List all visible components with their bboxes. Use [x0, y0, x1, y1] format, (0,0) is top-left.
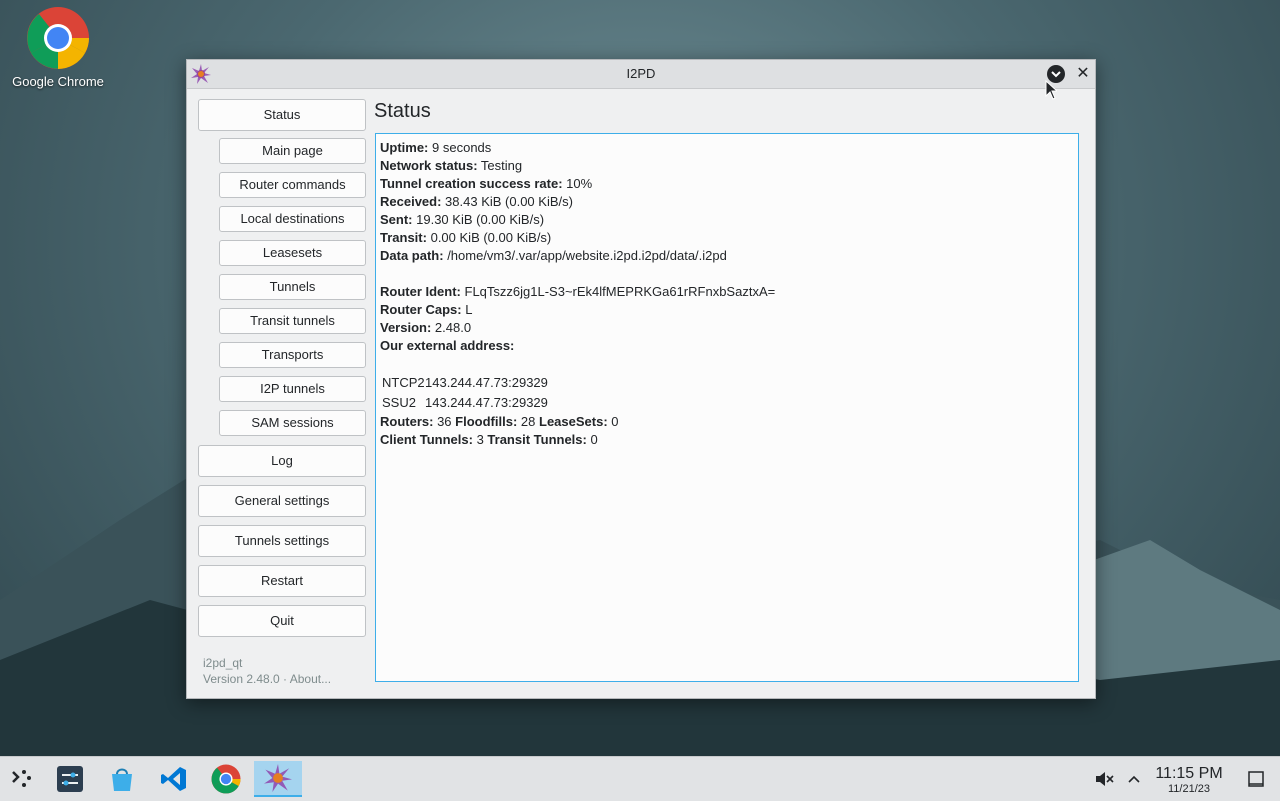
clock-time: 11:15 PM — [1155, 765, 1223, 782]
i2pd-taskbar-button[interactable] — [254, 761, 302, 797]
version-row: Version: 2.48.0 — [380, 320, 472, 335]
network-status-row: Network status: Testing — [380, 158, 523, 173]
tunnel-success-rate-row: Tunnel creation success rate: 10% — [380, 176, 593, 191]
system-tray-expand-button[interactable] — [1116, 761, 1152, 797]
i2pd-window: I2PD ✕ Status Main page Router commands … — [186, 59, 1096, 699]
tunnels-count-row: Client Tunnels: 3 Transit Tunnels: 0 — [380, 432, 598, 447]
mouse-cursor-icon — [1045, 80, 1057, 100]
transports-button[interactable]: Transports — [219, 342, 366, 368]
system-settings-icon — [57, 766, 83, 792]
address-row-ssu2: SSU2 143.244.47.73:29329 — [382, 395, 548, 410]
system-settings-taskbar-button[interactable] — [48, 761, 92, 797]
external-address-row: Our external address: — [380, 338, 515, 353]
application-launcher-icon — [12, 770, 31, 787]
data-path-row: Data path: /home/vm3/.var/app/website.i2… — [380, 248, 727, 263]
discover-store-icon — [112, 768, 132, 791]
local-destinations-button[interactable]: Local destinations — [219, 206, 366, 232]
uptime-row: Uptime: 9 seconds — [380, 140, 492, 155]
tunnels-settings-button[interactable]: Tunnels settings — [198, 525, 366, 557]
sam-sessions-button[interactable]: SAM sessions — [219, 410, 366, 436]
quit-button[interactable]: Quit — [198, 605, 366, 637]
title-bar[interactable]: I2PD ✕ — [187, 60, 1095, 89]
application-launcher-button[interactable] — [0, 761, 44, 797]
transit-row: Transit: 0.00 KiB (0.00 KiB/s) — [380, 230, 552, 245]
chrome-icon — [26, 6, 90, 70]
vscode-taskbar-button[interactable] — [152, 761, 196, 797]
restart-button[interactable]: Restart — [198, 565, 366, 597]
router-commands-button[interactable]: Router commands — [219, 172, 366, 198]
chrome-icon — [211, 764, 241, 794]
clock-date: 11/21/23 — [1167, 783, 1210, 795]
router-caps-row: Router Caps: L — [380, 302, 473, 317]
chrome-taskbar-button[interactable] — [204, 761, 248, 797]
vscode-icon — [161, 767, 186, 791]
log-button[interactable]: Log — [198, 445, 366, 477]
transit-tunnels-button[interactable]: Transit tunnels — [219, 308, 366, 334]
routers-row: Routers: 36 Floodfills: 28 LeaseSets: 0 — [380, 414, 619, 429]
window-title: I2PD — [626, 66, 656, 81]
app-name-label: i2pd_qt — [203, 656, 243, 670]
router-ident-row: Router Ident: FLqTszz6jg1L-S3~rEk4lfMEPR… — [380, 284, 776, 299]
desktop-icon-label: Google Chrome — [12, 74, 104, 89]
tunnels-button[interactable]: Tunnels — [219, 274, 366, 300]
main-page-button[interactable]: Main page — [219, 138, 366, 164]
chevron-up-icon — [1128, 775, 1140, 783]
i2pd-icon — [264, 764, 292, 792]
received-row: Received: 38.43 KiB (0.00 KiB/s) — [380, 194, 573, 209]
status-text-panel[interactable]: Uptime: 9 seconds Network status: Testin… — [375, 133, 1079, 682]
discover-taskbar-button[interactable] — [100, 761, 144, 797]
show-desktop-button[interactable] — [1236, 761, 1276, 797]
show-desktop-icon — [1248, 771, 1264, 787]
taskbar: 11:15 PM 11/21/23 — [0, 756, 1280, 801]
page-title: Status — [374, 100, 431, 122]
sent-row: Sent: 19.30 KiB (0.00 KiB/s) — [380, 212, 545, 227]
general-settings-button[interactable]: General settings — [198, 485, 366, 517]
muted-volume-icon — [1096, 772, 1114, 786]
close-button[interactable]: ✕ — [1073, 64, 1093, 84]
desktop-icon-google-chrome[interactable]: Google Chrome — [8, 6, 108, 89]
version-about-link[interactable]: Version 2.48.0 · About... — [203, 672, 331, 686]
status-button[interactable]: Status — [198, 99, 366, 131]
address-row-ntcp2: NTCP2143.244.47.73:29329 — [382, 375, 548, 390]
leasesets-button[interactable]: Leasesets — [219, 240, 366, 266]
i2p-tunnels-button[interactable]: I2P tunnels — [219, 376, 366, 402]
